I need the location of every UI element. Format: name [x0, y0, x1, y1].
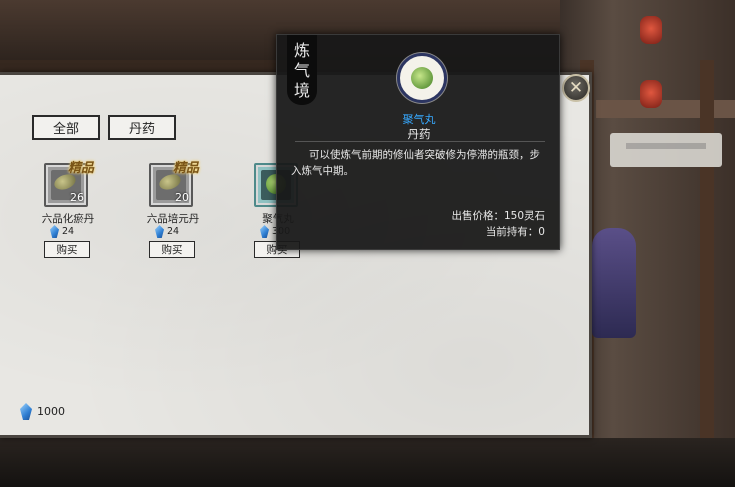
- item-price: 24: [155, 225, 179, 238]
- realm-tag: 炼 气 境: [287, 35, 317, 105]
- item-name: 六品培元丹: [146, 213, 200, 225]
- item-name: 六品化瘀丹: [41, 213, 95, 225]
- close-button[interactable]: ✕: [562, 74, 590, 102]
- tooltip-owned-count: 当前持有：0: [485, 226, 545, 238]
- lantern-decoration: [640, 16, 662, 44]
- currency-balance-value: 1000: [37, 405, 65, 418]
- item-price-value: 24: [167, 226, 180, 237]
- tab-all[interactable]: 全部: [32, 115, 100, 140]
- quality-badge: 精品: [68, 161, 95, 176]
- buy-button[interactable]: 购买: [44, 241, 90, 258]
- item-stock: 26: [70, 191, 84, 204]
- buy-button[interactable]: 购买: [149, 241, 195, 258]
- building-pillar: [700, 60, 714, 487]
- spirit-stone-icon: [20, 403, 32, 420]
- quality-badge: 精品: [173, 161, 200, 176]
- tooltip-item-name: 聚气丸: [402, 113, 436, 126]
- spirit-stone-icon: [50, 225, 59, 238]
- item-tooltip: 炼 气 境 聚气丸 丹药 可以使炼气前期的修仙者突破修为停滞的瓶颈，步入炼气中期…: [276, 34, 560, 250]
- npc-character[interactable]: [592, 228, 636, 338]
- green-pill-icon: [397, 53, 447, 103]
- item-stock: 20: [175, 191, 189, 204]
- tooltip-sell-price: 出售价格：150灵石: [451, 210, 545, 222]
- lantern-decoration: [640, 80, 662, 108]
- item-price-value: 24: [62, 226, 75, 237]
- tooltip-item-type: 丹药: [407, 127, 431, 141]
- tab-pills[interactable]: 丹药: [108, 115, 176, 140]
- building-beam: [596, 100, 735, 118]
- currency-balance: 1000: [20, 403, 65, 420]
- item-price: 24: [50, 225, 74, 238]
- tooltip-description: 可以使炼气前期的修仙者突破修为停滞的瓶颈，步入炼气中期。: [291, 149, 540, 177]
- divider: [295, 141, 545, 142]
- npc-name-plate: [610, 133, 722, 167]
- spirit-stone-icon: [155, 225, 164, 238]
- ground-decoration: [0, 438, 735, 487]
- spirit-stone-icon: [260, 225, 269, 238]
- close-icon: ✕: [568, 78, 584, 98]
